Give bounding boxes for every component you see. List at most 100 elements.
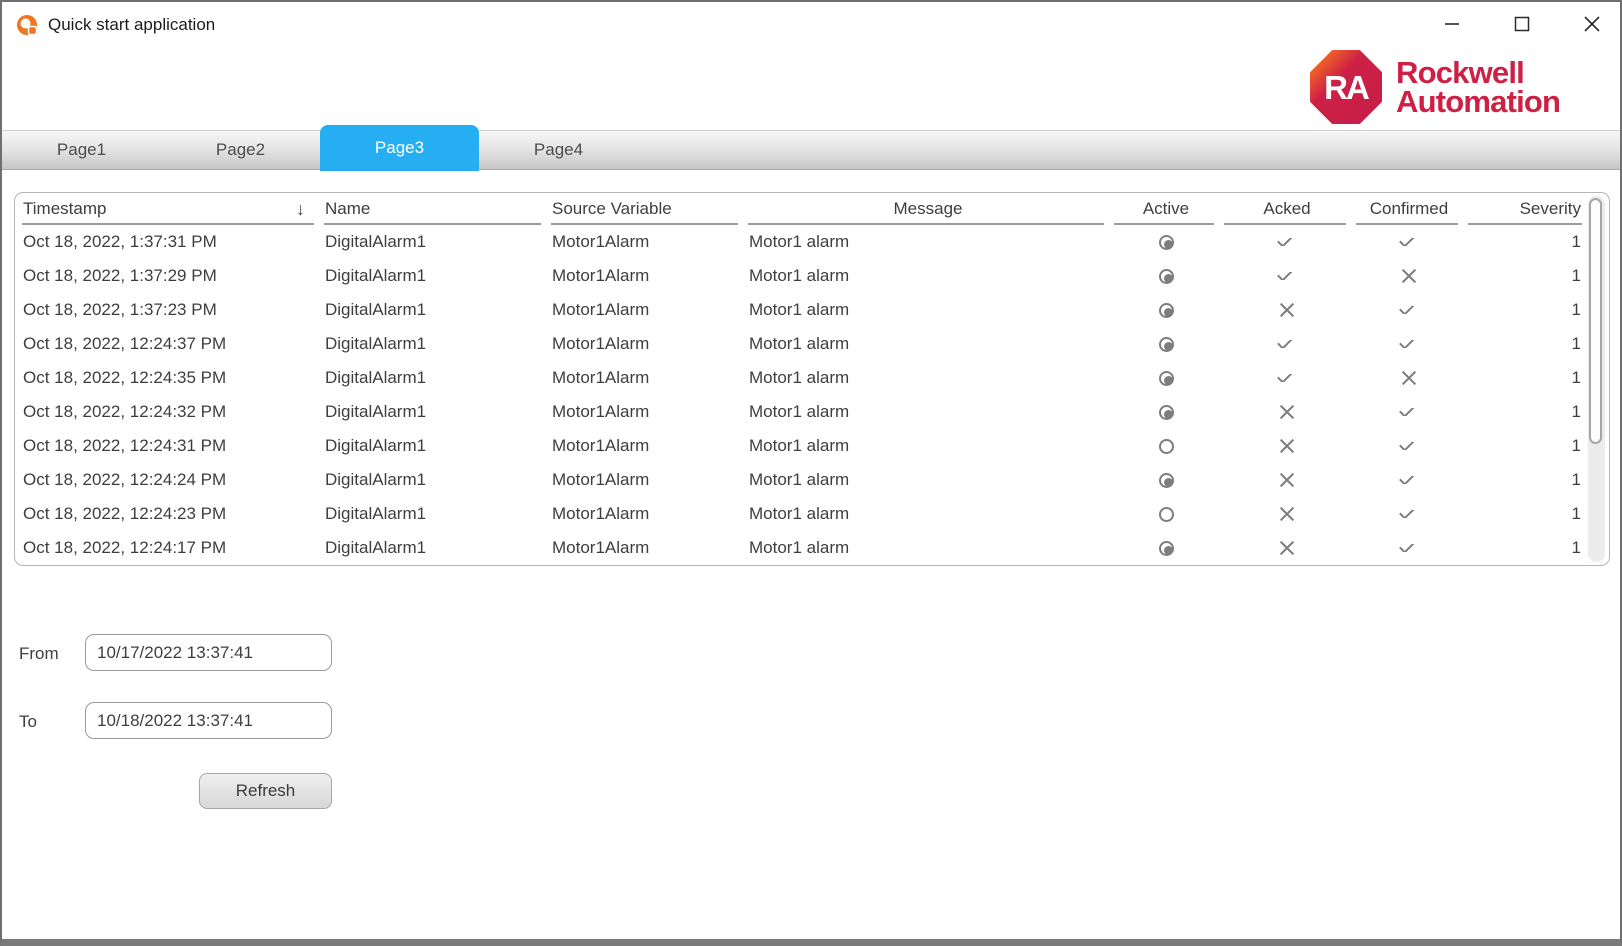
cell-active bbox=[1111, 473, 1221, 488]
cell-timestamp: Oct 18, 2022, 1:37:23 PM bbox=[15, 300, 321, 320]
confirmed-mark-icon bbox=[1401, 268, 1417, 284]
acked-mark-icon bbox=[1279, 540, 1295, 556]
cell-message: Motor1 alarm bbox=[745, 538, 1111, 558]
wordmark-line2: Automation bbox=[1396, 87, 1560, 116]
acked-mark-icon bbox=[1279, 506, 1295, 522]
alarm-grid: Timestamp ↓ Name Source Variable Message… bbox=[14, 192, 1610, 566]
cell-message: Motor1 alarm bbox=[745, 402, 1111, 422]
cell-active bbox=[1111, 303, 1221, 318]
acked-mark-icon bbox=[1277, 340, 1293, 348]
title-bar: Quick start application bbox=[2, 2, 1620, 48]
app-window: Quick start application bbox=[0, 0, 1622, 946]
tab-page1[interactable]: Page1 bbox=[2, 131, 161, 169]
tab-page4[interactable]: Page4 bbox=[479, 131, 638, 169]
rockwell-wordmark: Rockwell Automation bbox=[1396, 58, 1560, 116]
active-radio-icon bbox=[1159, 541, 1174, 556]
table-row[interactable]: Oct 18, 2022, 1:37:23 PM DigitalAlarm1 M… bbox=[15, 293, 1609, 327]
table-row[interactable]: Oct 18, 2022, 12:24:32 PM DigitalAlarm1 … bbox=[15, 395, 1609, 429]
cell-name: DigitalAlarm1 bbox=[321, 368, 548, 388]
table-row[interactable]: Oct 18, 2022, 12:24:31 PM DigitalAlarm1 … bbox=[15, 429, 1609, 463]
from-label: From bbox=[19, 644, 59, 664]
vertical-scrollbar[interactable] bbox=[1588, 196, 1605, 562]
acked-mark-icon bbox=[1277, 272, 1293, 280]
table-row[interactable]: Oct 18, 2022, 12:24:35 PM DigitalAlarm1 … bbox=[15, 361, 1609, 395]
acked-mark-icon bbox=[1277, 374, 1293, 382]
cell-source-variable: Motor1Alarm bbox=[548, 300, 745, 320]
header-timestamp[interactable]: Timestamp ↓ bbox=[15, 193, 321, 225]
header-name[interactable]: Name bbox=[321, 193, 548, 225]
cell-source-variable: Motor1Alarm bbox=[548, 266, 745, 286]
confirmed-mark-icon bbox=[1399, 544, 1415, 552]
minimize-button[interactable] bbox=[1432, 4, 1472, 44]
cell-acked bbox=[1221, 472, 1353, 488]
cell-timestamp: Oct 18, 2022, 12:24:32 PM bbox=[15, 402, 321, 422]
cell-active bbox=[1111, 541, 1221, 556]
cell-source-variable: Motor1Alarm bbox=[548, 368, 745, 388]
cell-active bbox=[1111, 507, 1221, 522]
confirmed-mark-icon bbox=[1399, 476, 1415, 484]
active-radio-icon bbox=[1159, 303, 1174, 318]
cell-message: Motor1 alarm bbox=[745, 504, 1111, 524]
refresh-button[interactable]: Refresh bbox=[199, 773, 332, 809]
cell-source-variable: Motor1Alarm bbox=[548, 504, 745, 524]
cell-source-variable: Motor1Alarm bbox=[548, 402, 745, 422]
cell-source-variable: Motor1Alarm bbox=[548, 436, 745, 456]
cell-active bbox=[1111, 337, 1221, 352]
confirmed-mark-icon bbox=[1399, 510, 1415, 518]
close-button[interactable] bbox=[1572, 4, 1612, 44]
cell-acked bbox=[1221, 540, 1353, 556]
app-icon bbox=[16, 14, 38, 36]
table-row[interactable]: Oct 18, 2022, 1:37:31 PM DigitalAlarm1 M… bbox=[15, 225, 1609, 259]
confirmed-mark-icon bbox=[1399, 340, 1415, 348]
maximize-button[interactable] bbox=[1502, 4, 1542, 44]
table-row[interactable]: Oct 18, 2022, 12:24:37 PM DigitalAlarm1 … bbox=[15, 327, 1609, 361]
header-message[interactable]: Message bbox=[745, 193, 1111, 225]
tab-page2[interactable]: Page2 bbox=[161, 131, 320, 169]
cell-acked bbox=[1221, 302, 1353, 318]
alarm-grid-header: Timestamp ↓ Name Source Variable Message… bbox=[15, 193, 1609, 225]
from-datetime-input[interactable] bbox=[85, 634, 332, 671]
table-row[interactable]: Oct 18, 2022, 12:24:24 PM DigitalAlarm1 … bbox=[15, 463, 1609, 497]
active-radio-icon bbox=[1159, 235, 1174, 250]
table-row[interactable]: Oct 18, 2022, 12:24:23 PM DigitalAlarm1 … bbox=[15, 497, 1609, 531]
acked-mark-icon bbox=[1277, 238, 1293, 246]
cell-timestamp: Oct 18, 2022, 12:24:37 PM bbox=[15, 334, 321, 354]
cell-name: DigitalAlarm1 bbox=[321, 402, 548, 422]
confirmed-mark-icon bbox=[1399, 408, 1415, 416]
cell-timestamp: Oct 18, 2022, 1:37:29 PM bbox=[15, 266, 321, 286]
cell-acked bbox=[1221, 404, 1353, 420]
cell-name: DigitalAlarm1 bbox=[321, 334, 548, 354]
tab-page3[interactable]: Page3 bbox=[320, 125, 479, 171]
cell-acked bbox=[1221, 506, 1353, 522]
cell-name: DigitalAlarm1 bbox=[321, 266, 548, 286]
cell-message: Motor1 alarm bbox=[745, 436, 1111, 456]
cell-message: Motor1 alarm bbox=[745, 470, 1111, 490]
confirmed-mark-icon bbox=[1401, 370, 1417, 386]
to-label: To bbox=[19, 712, 37, 732]
header-source-variable[interactable]: Source Variable bbox=[548, 193, 745, 225]
cell-confirmed bbox=[1353, 238, 1465, 246]
acked-mark-icon bbox=[1279, 472, 1295, 488]
confirmed-mark-icon bbox=[1399, 442, 1415, 450]
tab-bar: Page1 Page2 Page3 Page4 bbox=[2, 130, 1620, 170]
cell-active bbox=[1111, 405, 1221, 420]
cell-active bbox=[1111, 235, 1221, 250]
cell-timestamp: Oct 18, 2022, 12:24:17 PM bbox=[15, 538, 321, 558]
header-active[interactable]: Active bbox=[1111, 193, 1221, 225]
active-radio-icon bbox=[1159, 371, 1174, 386]
cell-acked bbox=[1221, 272, 1353, 280]
header-confirmed[interactable]: Confirmed bbox=[1353, 193, 1465, 225]
cell-active bbox=[1111, 439, 1221, 454]
cell-acked bbox=[1221, 340, 1353, 348]
confirmed-mark-icon bbox=[1399, 238, 1415, 246]
cell-confirmed bbox=[1353, 476, 1465, 484]
header-acked[interactable]: Acked bbox=[1221, 193, 1353, 225]
active-radio-icon bbox=[1159, 507, 1174, 522]
table-row[interactable]: Oct 18, 2022, 1:37:29 PM DigitalAlarm1 M… bbox=[15, 259, 1609, 293]
scrollbar-thumb[interactable] bbox=[1589, 198, 1602, 444]
to-datetime-input[interactable] bbox=[85, 702, 332, 739]
cell-acked bbox=[1221, 238, 1353, 246]
cell-message: Motor1 alarm bbox=[745, 232, 1111, 252]
table-row[interactable]: Oct 18, 2022, 12:24:17 PM DigitalAlarm1 … bbox=[15, 531, 1609, 565]
ra-badge-icon: RA bbox=[1310, 50, 1382, 124]
